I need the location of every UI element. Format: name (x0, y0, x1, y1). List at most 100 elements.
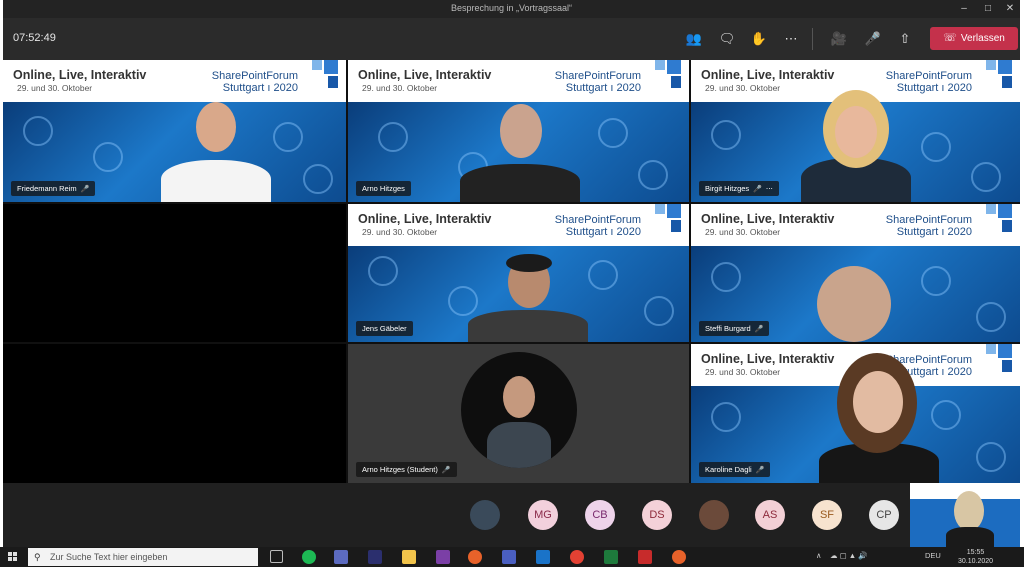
banner-date: 29. und 30. Oktober (362, 83, 438, 93)
microphone-muted-icon: 🎤 (753, 186, 762, 193)
brand-name: SharePointForum (554, 214, 641, 226)
windows-start-icon[interactable] (8, 552, 18, 562)
banner-date: 29. und 30. Oktober (705, 367, 781, 377)
participant-name: Friedemann Reim (17, 184, 77, 193)
participant-roster: MG CB DS AS SF CP (3, 483, 1020, 547)
task-view-icon[interactable] (270, 550, 283, 563)
roster-avatar[interactable]: MG (528, 500, 558, 530)
camera-icon[interactable]: 🎥 (828, 28, 850, 50)
chat-icon[interactable]: 🗨 (716, 28, 738, 50)
roster-avatar[interactable]: CB (585, 500, 615, 530)
brand-name: SharePointForum (885, 214, 972, 226)
tray-icons[interactable]: ☁ ▢ ▲ 🔊 (830, 551, 868, 560)
event-banner: Online, Live, Interaktiv 29. und 30. Okt… (691, 204, 1020, 246)
forum-logo (978, 60, 1012, 90)
clock-date: 30.10.2020 (958, 558, 994, 565)
banner-date: 29. und 30. Oktober (705, 227, 781, 237)
tray-chevron-icon[interactable]: ∧ (816, 551, 822, 560)
event-banner: Online, Live, Interaktiv 29. und 30. Okt… (348, 204, 689, 246)
leave-button[interactable]: ☏ Verlassen (930, 27, 1018, 50)
onenote-icon[interactable] (436, 550, 450, 564)
search-icon: ⚲ (34, 552, 41, 562)
forum-logo (647, 204, 681, 234)
search-placeholder: Zur Suche Text hier eingeben (50, 552, 168, 562)
acrobat-icon[interactable] (638, 550, 652, 564)
video-tile[interactable]: Online, Live, Interaktiv 29. und 30. Okt… (691, 344, 1020, 483)
roster-avatar[interactable]: CP (869, 500, 899, 530)
self-view-video[interactable] (910, 483, 1020, 547)
brand-name: SharePointForum (885, 70, 972, 82)
roster-avatar[interactable] (470, 500, 500, 530)
more-options-icon[interactable]: ⋯ (780, 28, 802, 50)
taskbar-search-input[interactable]: ⚲ Zur Suche Text hier eingeben (28, 548, 258, 566)
photoshop-icon[interactable] (368, 550, 382, 564)
forum-logo (304, 60, 338, 90)
chrome-icon[interactable] (570, 550, 584, 564)
video-grid: Online, Live, Interaktiv 29. und 30. Okt… (3, 60, 1020, 483)
banner-title: Online, Live, Interaktiv (13, 68, 147, 82)
meeting-toolbar: 07:52:49 👥 🗨 ✋ ⋯ 🎥 🎤 ⇧ ☏ Verlassen (3, 18, 1020, 60)
microphone-muted-icon[interactable]: 🎤 (862, 28, 884, 50)
hang-up-icon: ☏ (943, 32, 957, 44)
banner-date: 29. und 30. Oktober (17, 83, 93, 93)
firefox-icon[interactable] (468, 550, 482, 564)
participant-name: Karoline Dagli (705, 465, 752, 474)
brand-location: Stuttgart ı 2020 (896, 226, 972, 238)
minimize-button[interactable]: – (953, 0, 975, 18)
roster-avatar[interactable] (699, 500, 729, 530)
participant-name-tag: Jens Gäbeler (356, 321, 413, 336)
title-bar: Besprechung in „Vortragssaal“ – □ ✕ (3, 0, 1020, 18)
microphone-muted-icon: 🎤 (755, 467, 765, 474)
file-explorer-icon[interactable] (402, 550, 416, 564)
windows-taskbar: ⚲ Zur Suche Text hier eingeben ∧ ☁ ▢ ▲ 🔊… (0, 547, 1024, 567)
participant-name: Arno Hitzges (362, 184, 405, 193)
video-tile[interactable]: Arno Hitzges (Student) 🎤 (348, 344, 689, 483)
video-tile[interactable]: Online, Live, Interaktiv 29. und 30. Okt… (3, 60, 346, 202)
participant-name-tag: Friedemann Reim 🎤 (11, 181, 96, 196)
participant-video (801, 90, 911, 202)
microphone-muted-icon: 🎤 (441, 467, 451, 474)
outlook-icon[interactable] (536, 550, 550, 564)
raise-hand-icon[interactable]: ✋ (748, 28, 770, 50)
share-screen-icon[interactable]: ⇧ (894, 28, 916, 50)
forum-logo (978, 344, 1012, 374)
app-icon[interactable] (334, 550, 348, 564)
banner-brand: SharePointForum Stuttgart ı 2020 (555, 70, 641, 94)
brand-location: Stuttgart ı 2020 (565, 226, 641, 238)
roster-avatar[interactable]: SF (812, 500, 842, 530)
video-tile[interactable]: Online, Live, Interaktiv 29. und 30. Okt… (691, 204, 1020, 342)
brand-name: SharePointForum (211, 70, 298, 82)
participant-name: Birgit Hitzges (705, 184, 750, 193)
participant-video (819, 353, 939, 483)
participant-name: Arno Hitzges (Student) (362, 465, 438, 474)
maximize-button[interactable]: □ (977, 0, 999, 18)
close-button[interactable]: ✕ (999, 0, 1020, 18)
participant-avatar (461, 352, 577, 468)
spotify-icon[interactable] (302, 550, 316, 564)
participant-video (161, 102, 271, 202)
excel-icon[interactable] (604, 550, 618, 564)
video-tile[interactable]: Online, Live, Interaktiv 29. und 30. Okt… (691, 60, 1020, 202)
teams-icon[interactable] (502, 550, 516, 564)
video-tile[interactable]: Online, Live, Interaktiv 29. und 30. Okt… (348, 60, 689, 202)
firefox-icon[interactable] (672, 550, 686, 564)
more-options-icon[interactable]: ⋯ (766, 186, 773, 193)
microphone-muted-icon: 🎤 (80, 186, 90, 193)
participant-name-tag: Arno Hitzges (356, 181, 411, 196)
video-tile[interactable]: Online, Live, Interaktiv 29. und 30. Okt… (348, 204, 689, 342)
banner-date: 29. und 30. Oktober (705, 83, 781, 93)
forum-logo (978, 204, 1012, 234)
taskbar-clock[interactable]: 15:55 30.10.2020 (958, 548, 993, 566)
language-indicator[interactable]: DEU (925, 551, 941, 560)
participant-video (809, 266, 899, 342)
event-banner: Online, Live, Interaktiv 29. und 30. Okt… (348, 60, 689, 102)
roster-avatar[interactable]: AS (755, 500, 785, 530)
empty-video-tile (3, 344, 346, 483)
banner-date: 29. und 30. Oktober (362, 227, 438, 237)
banner-title: Online, Live, Interaktiv (358, 68, 492, 82)
banner-title: Online, Live, Interaktiv (358, 212, 492, 226)
banner-brand: SharePointForum Stuttgart ı 2020 (555, 214, 641, 238)
window-title: Besprechung in „Vortragssaal“ (450, 3, 573, 13)
roster-avatar[interactable]: DS (642, 500, 672, 530)
participants-icon[interactable]: 👥 (683, 28, 705, 50)
